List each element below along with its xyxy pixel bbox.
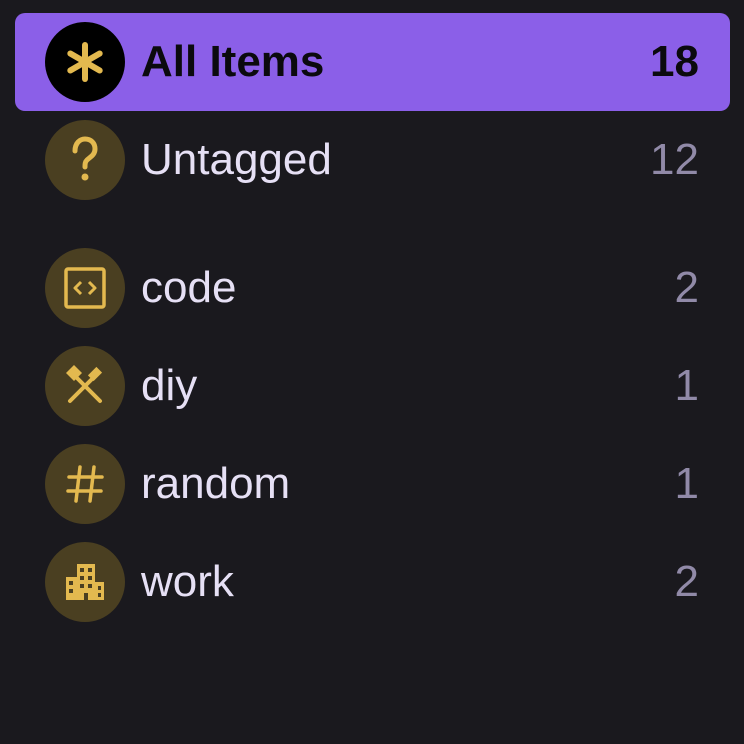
tag-item-label: random bbox=[141, 459, 291, 508]
tag-item-label: work bbox=[141, 557, 234, 606]
tag-item-code[interactable]: code 2 bbox=[15, 239, 730, 337]
tools-icon bbox=[45, 346, 125, 426]
tag-item-count: 2 bbox=[674, 263, 699, 312]
tag-item-label: code bbox=[141, 263, 237, 312]
tag-item-diy[interactable]: diy 1 bbox=[15, 337, 730, 435]
hashtag-icon bbox=[45, 444, 125, 524]
question-mark-icon bbox=[45, 120, 125, 200]
tag-item-count: 2 bbox=[674, 557, 699, 606]
building-icon bbox=[45, 542, 125, 622]
tag-item-work[interactable]: work 2 bbox=[15, 533, 730, 631]
asterisk-icon bbox=[45, 22, 125, 102]
tag-item-label: All Items bbox=[141, 37, 325, 86]
tag-item-count: 1 bbox=[674, 361, 699, 410]
tag-item-label: diy bbox=[141, 361, 198, 410]
tag-item-count: 1 bbox=[674, 459, 699, 508]
tag-item-count: 12 bbox=[650, 135, 699, 184]
tag-item-count: 18 bbox=[650, 37, 699, 86]
tag-item-random[interactable]: random 1 bbox=[15, 435, 730, 533]
tag-list: All Items 18 Untagged 12 code 2 diy 1 ra… bbox=[0, 0, 744, 744]
tag-item-untagged[interactable]: Untagged 12 bbox=[15, 111, 730, 209]
tag-item-label: Untagged bbox=[141, 135, 332, 184]
code-icon bbox=[45, 248, 125, 328]
tag-item-all-items[interactable]: All Items 18 bbox=[15, 13, 730, 111]
